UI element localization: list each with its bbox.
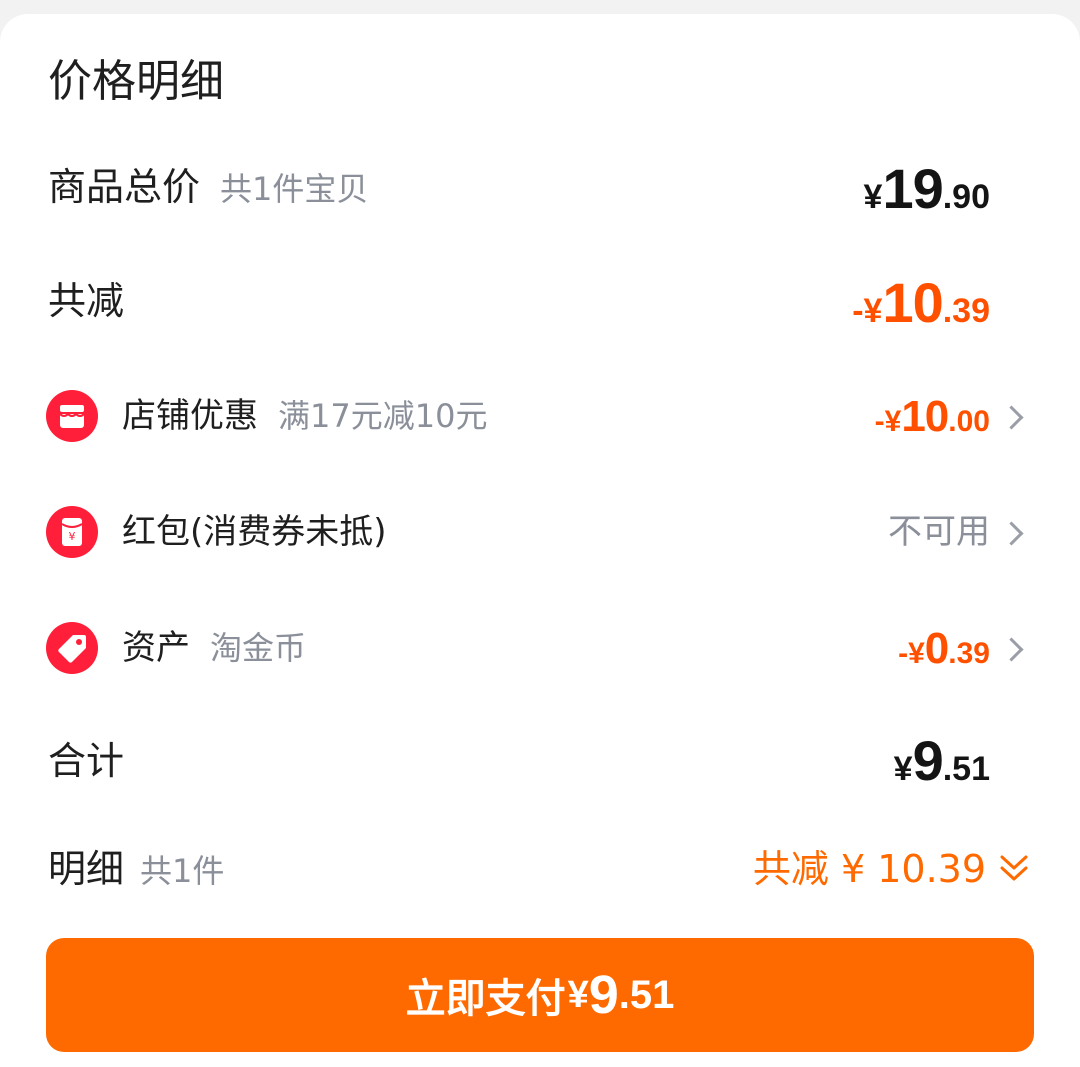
- price-decimal: .90: [942, 178, 990, 216]
- price-decimal: .39: [948, 637, 990, 670]
- currency-symbol: ¥: [863, 178, 883, 216]
- shop-icon: [46, 390, 98, 442]
- price-integer: 9: [588, 965, 619, 1025]
- shop-discount-price: - ¥ 10 .00: [875, 392, 990, 442]
- price-decimal: .51: [618, 972, 675, 1017]
- assets-row[interactable]: 资产 淘金币 - ¥ 0 .39: [0, 606, 1080, 690]
- sheet-title: 价格明细: [48, 56, 224, 107]
- currency-symbol: ¥: [908, 637, 925, 670]
- shop-discount-row[interactable]: 店铺优惠 满17元减10元 - ¥ 10 .00: [0, 374, 1080, 458]
- price-integer: 0: [924, 624, 950, 673]
- goods-total-price: ¥ 19 .90: [864, 156, 990, 221]
- minus-sign: -: [874, 405, 885, 438]
- price-integer: 19: [882, 157, 943, 220]
- coin-tag-icon: [46, 622, 98, 674]
- sum-price: ¥ 9 .51: [894, 728, 990, 793]
- assets-source: 淘金币: [210, 629, 307, 667]
- red-envelope-label: 红包(消费券未抵): [122, 512, 387, 552]
- price-decimal: .00: [948, 405, 990, 438]
- red-envelope-row[interactable]: ¥ 红包(消费券未抵) 不可用: [0, 490, 1080, 574]
- shop-discount-label: 店铺优惠: [122, 396, 258, 436]
- goods-total-row: 商品总价 共1件宝贝: [48, 162, 368, 214]
- shop-discount-rule: 满17元减10元: [278, 397, 488, 435]
- price-integer: 10: [901, 392, 949, 441]
- double-chevron-down-icon: [1000, 855, 1028, 881]
- detail-discount-summary: 共减 ¥ 10.39: [752, 847, 986, 891]
- currency-symbol: ¥: [567, 973, 589, 1016]
- price-decimal: .51: [942, 750, 990, 788]
- price-integer: 10: [882, 271, 943, 334]
- pay-now-button[interactable]: 立即支付 ¥ 9 .51: [46, 938, 1034, 1052]
- minus-sign: -: [898, 637, 909, 670]
- price-decimal: .39: [942, 292, 990, 330]
- detail-label: 明细: [48, 847, 125, 891]
- chevron-right-icon: [999, 405, 1024, 430]
- total-discount-price: - ¥ 10 .39: [852, 270, 990, 335]
- currency-symbol: ¥: [893, 750, 913, 788]
- goods-total-label: 商品总价: [48, 165, 201, 209]
- pay-now-label: 立即支付: [405, 976, 566, 1022]
- assets-price: - ¥ 0 .39: [898, 624, 990, 674]
- detail-row: 明细 共1件: [48, 844, 224, 896]
- red-envelope-status: 不可用: [888, 512, 990, 552]
- price-detail-sheet: 价格明细 商品总价 共1件宝贝 ¥ 19 .90 共减 - ¥ 10 .39 店…: [0, 14, 1080, 1067]
- price-integer: 9: [912, 729, 944, 792]
- goods-count-text: 共1件宝贝: [220, 170, 369, 208]
- detail-count: 共1件: [140, 852, 225, 890]
- sum-label: 合计: [48, 739, 125, 783]
- currency-symbol: ¥: [863, 292, 883, 330]
- chevron-right-icon: [999, 521, 1024, 546]
- red-envelope-icon: ¥: [46, 506, 98, 558]
- minus-sign: -: [852, 292, 864, 330]
- assets-label: 资产: [122, 628, 190, 668]
- detail-expand-toggle[interactable]: 共减 ¥ 10.39: [753, 844, 1034, 894]
- total-discount-label: 共减: [48, 279, 125, 323]
- svg-text:¥: ¥: [69, 530, 76, 543]
- currency-symbol: ¥: [884, 405, 902, 438]
- chevron-right-icon: [999, 637, 1024, 662]
